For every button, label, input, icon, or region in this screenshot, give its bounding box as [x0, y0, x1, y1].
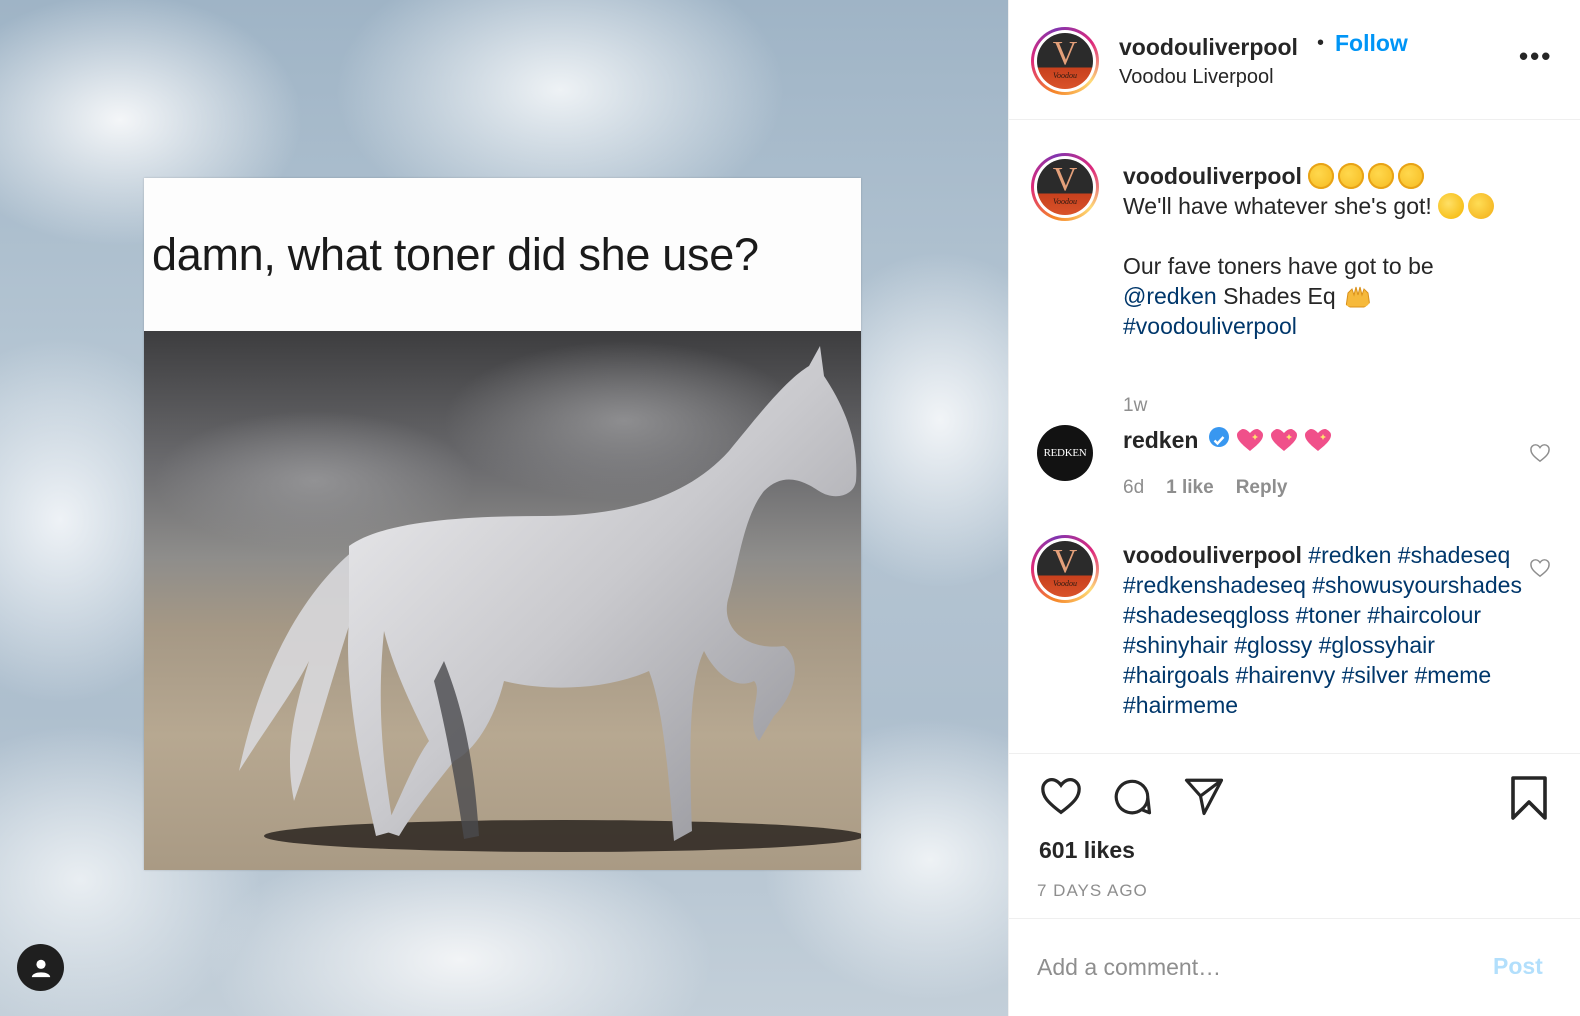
- more-options-icon[interactable]: •••: [1519, 43, 1552, 69]
- meme-caption: damn, what toner did she use?: [144, 178, 861, 331]
- caption-avatar[interactable]: V Voodou: [1031, 153, 1099, 221]
- rofl-emoji-icon: [1338, 163, 1365, 189]
- post-side-panel: V Voodou voodouliverpool • Follow Voodou…: [1008, 0, 1580, 1016]
- voodou-logo: V Voodou: [1037, 541, 1093, 597]
- verified-icon: [1208, 427, 1229, 447]
- comment-meta: 6d 1 like Reply: [1123, 477, 1309, 499]
- share-icon[interactable]: [1183, 776, 1225, 816]
- voodou-logo: V Voodou: [1037, 33, 1093, 89]
- follow-button[interactable]: Follow: [1335, 30, 1408, 57]
- author-username[interactable]: voodouliverpool: [1119, 34, 1298, 61]
- rofl-emoji-icon: [1368, 163, 1395, 189]
- meme-image: damn, what toner did she use?: [144, 178, 861, 870]
- separator-dot: •: [1317, 32, 1325, 54]
- caption-line-2: Our fave toners have got to be: [1123, 253, 1434, 279]
- redken-avatar[interactable]: REDKEN: [1037, 425, 1093, 481]
- caption-line-3: Shades Eq: [1216, 283, 1336, 309]
- hashtag-links[interactable]: #redken #shadeseq #redkenshadeseq #showu…: [1123, 542, 1522, 718]
- comment-username[interactable]: redken: [1123, 427, 1198, 453]
- caption-username[interactable]: voodouliverpool: [1123, 163, 1302, 189]
- comment-like-heart-icon[interactable]: [1529, 558, 1551, 578]
- caption-time[interactable]: 1w: [1123, 395, 1147, 417]
- raised-hands-emoji-icon: [1345, 286, 1371, 308]
- reply-button[interactable]: Reply: [1236, 477, 1288, 498]
- author-location[interactable]: Voodou Liverpool: [1119, 66, 1274, 89]
- joy-emoji-icon: [1468, 193, 1495, 219]
- sparkling-heart-emoji-icon: [1271, 429, 1298, 451]
- post-header: V Voodou voodouliverpool • Follow Voodou…: [1009, 0, 1580, 120]
- user-tags-button[interactable]: [17, 944, 64, 991]
- silver-horse-illustration: [154, 341, 861, 852]
- caption-text: voodouliverpool We'll have whatever she'…: [1123, 161, 1533, 341]
- author-avatar[interactable]: V Voodou: [1031, 27, 1099, 95]
- voodou-logo: V Voodou: [1037, 159, 1093, 215]
- post-comment-button[interactable]: Post: [1493, 953, 1543, 980]
- logo-text: Voodou: [1053, 579, 1077, 588]
- caption-line-1: We'll have whatever she's got!: [1123, 193, 1432, 219]
- logo-text: Voodou: [1053, 71, 1077, 80]
- comment-bar: Post: [1009, 918, 1580, 1016]
- likes-count[interactable]: 601 likes: [1039, 837, 1135, 864]
- hashtag-link[interactable]: #voodouliverpool: [1123, 311, 1533, 341]
- comments-section[interactable]: V Voodou voodouliverpool We'll have what…: [1009, 121, 1580, 753]
- post-media[interactable]: damn, what toner did she use?: [0, 0, 1008, 1016]
- relieved-emoji-icon: [1438, 193, 1465, 219]
- logo-text: Voodou: [1053, 197, 1077, 206]
- rofl-emoji-icon: [1308, 163, 1335, 189]
- user-icon: [31, 959, 50, 977]
- post-time[interactable]: 7 DAYS AGO: [1037, 881, 1148, 901]
- post-actions: 601 likes 7 DAYS AGO: [1009, 753, 1580, 918]
- sparkling-heart-emoji-icon: [1237, 429, 1264, 451]
- comment-username[interactable]: voodouliverpool: [1123, 542, 1302, 568]
- comment-like-heart-icon[interactable]: [1529, 443, 1551, 463]
- comment-text: voodouliverpool #redken #shadeseq #redke…: [1123, 540, 1523, 720]
- sparkling-heart-emoji-icon: [1305, 429, 1332, 451]
- mention-link[interactable]: @redken: [1123, 283, 1217, 309]
- horse-photo: [144, 331, 861, 870]
- bookmark-icon[interactable]: [1509, 776, 1549, 820]
- comment-text: redken: [1123, 425, 1533, 455]
- like-heart-icon[interactable]: [1039, 776, 1083, 816]
- comment-likes[interactable]: 1 like: [1166, 477, 1214, 498]
- comment-icon[interactable]: [1111, 776, 1153, 818]
- comment-time[interactable]: 6d: [1123, 477, 1144, 498]
- add-comment-input[interactable]: [1037, 947, 1477, 987]
- rofl-emoji-icon: [1398, 163, 1425, 189]
- comment-avatar[interactable]: V Voodou: [1031, 535, 1099, 603]
